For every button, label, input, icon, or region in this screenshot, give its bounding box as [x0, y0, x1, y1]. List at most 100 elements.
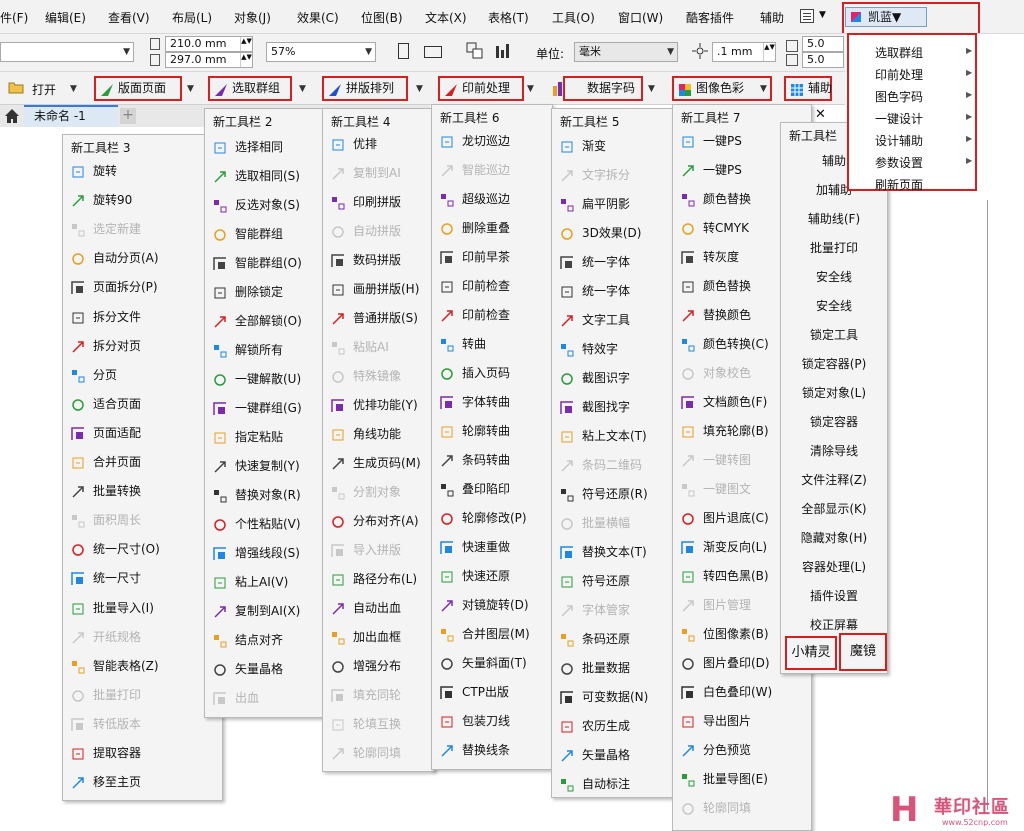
close-icon[interactable]: ✕ [815, 107, 826, 122]
panel-menu-item[interactable]: 安全线 [781, 295, 887, 317]
panel-menu-item[interactable]: 快速复制(Y) [211, 455, 300, 477]
menu-view[interactable]: 查看(V) [108, 9, 150, 26]
panel-menu-item[interactable]: 一键PS [679, 130, 742, 152]
panel-menu-item[interactable]: 条码转曲 [438, 449, 510, 471]
page-width-input[interactable]: 210.0 mm ▲▼ [165, 36, 253, 52]
panel-menu-item[interactable]: 自动分页(A) [69, 247, 159, 269]
panel-menu-item[interactable]: 龙切巡边 [438, 130, 510, 152]
panel-menu-item[interactable]: 农历生成 [558, 715, 630, 737]
panel-menu-item[interactable]: 安全线 [781, 266, 887, 288]
panel-menu-item[interactable]: 颜色替换 [679, 275, 751, 297]
duplicate-x-input[interactable]: 5.0 [802, 36, 844, 52]
panel-menu-item[interactable]: 图片叠印(D) [679, 652, 770, 674]
panel-menu-item[interactable]: 快速重做 [438, 536, 510, 558]
chevron-down-icon[interactable]: ▼ [187, 84, 194, 94]
panel-menu-item[interactable]: 旋转90 [69, 189, 132, 211]
panel-menu-item[interactable]: 智能表格(Z) [69, 655, 159, 677]
panel-menu-item[interactable]: 文字工具 [558, 309, 630, 331]
menu-file[interactable]: 件(F) [0, 9, 28, 26]
panel-menu-item[interactable]: 位图像素(B) [679, 623, 769, 645]
menu-layout[interactable]: 布局(L) [172, 9, 212, 26]
panel-menu-item[interactable]: 颜色转换(C) [679, 333, 769, 355]
menu-assist[interactable]: 辅助 [760, 9, 784, 26]
panel-menu-item[interactable]: 印前早茶 [438, 246, 510, 268]
duplicate-y-input[interactable]: 5.0 [802, 52, 844, 68]
panel-menu-item[interactable]: 批量导图(E) [679, 768, 768, 790]
panel-menu-item[interactable]: 扁平阴影 [558, 193, 630, 215]
panel-menu-item[interactable]: 填充轮廓(B) [679, 420, 769, 442]
panel-menu-item[interactable]: 导出图片 [679, 710, 751, 732]
panel-menu-item[interactable]: 渐变 [558, 135, 606, 157]
panel-menu-item[interactable]: 删除锁定 [211, 281, 283, 303]
panel-menu-item[interactable]: 矢量斜面(T) [438, 652, 527, 674]
panel-menu-item[interactable]: 统一字体 [558, 251, 630, 273]
chevron-down-icon[interactable]: ▼ [648, 84, 655, 94]
panel-menu-item[interactable]: 统一字体 [558, 280, 630, 302]
panel-menu-item[interactable]: 合并图层(M) [438, 623, 530, 645]
panel-menu-item[interactable]: 批量打印 [781, 237, 887, 259]
panel-menu-item[interactable]: 转CMYK [679, 217, 749, 239]
panel-menu-item[interactable]: 清除导线 [781, 440, 887, 462]
panel-menu-item[interactable]: 容器处理(L) [781, 556, 887, 578]
panel-menu-item[interactable]: 增强分布 [329, 655, 401, 677]
panel-menu-item[interactable]: 渐变反向(L) [679, 536, 767, 558]
dropdown-item-design-assist[interactable]: 设计辅助 [875, 132, 923, 149]
panel-menu-item[interactable]: 一键群组(G) [211, 397, 302, 419]
panel-menu-item[interactable]: 颜色替换 [679, 188, 751, 210]
panel-menu-item[interactable]: 截图识字 [558, 367, 630, 389]
panel-menu-item[interactable]: 替换线条 [438, 739, 510, 761]
panel-menu-item[interactable]: 白色叠印(W) [679, 681, 772, 703]
panel-menu-item[interactable]: 自动出血 [329, 597, 401, 619]
panel-menu-item[interactable]: 增强线段(S) [211, 542, 300, 564]
menu-object[interactable]: 对象(J) [234, 9, 271, 26]
select-group-button[interactable]: 选取群组 [208, 76, 292, 101]
add-tab-button[interactable]: + [120, 108, 136, 124]
sprite-button[interactable]: 小精灵 [785, 636, 837, 670]
chevron-down-icon[interactable]: ▼ [760, 84, 767, 94]
panel-menu-item[interactable]: 替换颜色 [679, 304, 751, 326]
menu-text[interactable]: 文本(X) [425, 9, 467, 26]
panel-menu-item[interactable]: 印前检查 [438, 304, 510, 326]
panel-menu-item[interactable]: 页面适配 [69, 422, 141, 444]
menu-kuke-plugin[interactable]: 酷客插件 [686, 9, 734, 26]
panel-menu-item[interactable]: 超级巡边 [438, 188, 510, 210]
open-button[interactable]: 打开 [32, 81, 56, 98]
panel-menu-item[interactable]: 轮廓修改(P) [438, 507, 527, 529]
panel-menu-item[interactable]: 轮廓转曲 [438, 420, 510, 442]
panel-menu-item[interactable]: 复制到AI(X) [211, 600, 300, 622]
assist-button[interactable]: 辅助 [784, 76, 832, 101]
panel-menu-item[interactable]: 文档颜色(F) [679, 391, 767, 413]
panel-menu-item[interactable]: 自动标注 [558, 773, 630, 795]
document-icon[interactable] [800, 9, 814, 23]
panel-menu-item[interactable]: 结点对齐 [211, 629, 283, 651]
dropdown-item-color-text-code[interactable]: 图色字码 [875, 88, 923, 105]
document-tab[interactable]: 未命名 -1 [24, 105, 118, 127]
home-icon[interactable] [4, 108, 20, 124]
panel-menu-item[interactable]: 对镜旋转(D) [438, 594, 529, 616]
menu-bitmap[interactable]: 位图(B) [361, 9, 403, 26]
panel-menu-item[interactable]: 全部解锁(O) [211, 310, 302, 332]
panel-menu-item[interactable]: 字体转曲 [438, 391, 510, 413]
panel-menu-item[interactable]: 指定粘贴 [211, 426, 283, 448]
magic-mirror-button[interactable]: 魔镜 [839, 633, 887, 671]
panel-menu-item[interactable]: 画册拼版(H) [329, 278, 419, 300]
panel-menu-item[interactable]: 旋转 [69, 160, 117, 182]
panel-menu-item[interactable]: 个性粘贴(V) [211, 513, 301, 535]
page-size-select[interactable]: ▼ [0, 42, 134, 62]
dropdown-item-one-click-design[interactable]: 一键设计 [875, 110, 923, 127]
layout-page-button[interactable]: 版面页面 [94, 76, 182, 101]
panel-menu-item[interactable]: 智能群组(O) [211, 252, 302, 274]
panel-menu-item[interactable]: 选取相同(S) [211, 165, 300, 187]
landscape-icon[interactable] [424, 46, 442, 58]
panel-menu-item[interactable]: 优排 [329, 133, 377, 155]
panel-menu-item[interactable]: 符号还原(R) [558, 483, 648, 505]
panel-menu-item[interactable]: 条码还原 [558, 628, 630, 650]
folder-open-icon[interactable] [8, 81, 24, 94]
panel-menu-item[interactable]: 粘上文本(T) [558, 425, 647, 447]
chevron-down-icon[interactable]: ▼ [527, 84, 534, 94]
panel-menu-item[interactable]: 反选对象(S) [211, 194, 300, 216]
panel-menu-item[interactable]: 转四色黑(B) [679, 565, 769, 587]
panel-menu-item[interactable]: 统一尺寸(O) [69, 538, 160, 560]
panel-menu-item[interactable]: 隐藏对象(H) [781, 527, 887, 549]
panel-menu-item[interactable]: 提取容器 [69, 742, 141, 764]
